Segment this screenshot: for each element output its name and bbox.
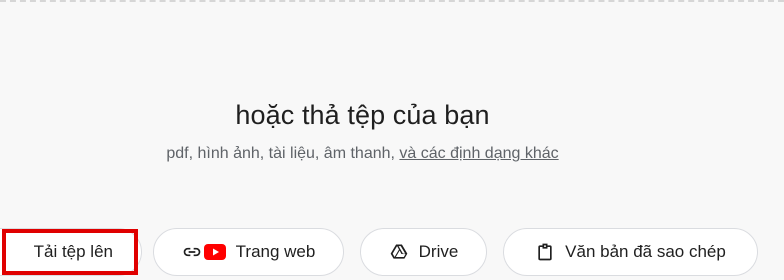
- website-button[interactable]: Trang web: [153, 228, 344, 276]
- upload-file-button[interactable]: Tải tệp lên: [0, 228, 142, 276]
- formats-list: pdf, hình ảnh, tài liệu, âm thanh,: [166, 145, 400, 162]
- youtube-icon: [203, 244, 226, 260]
- drive-label: Drive: [418, 242, 459, 261]
- drop-files-headline: hoặc thả tệp của bạn: [235, 100, 490, 130]
- drive-button[interactable]: Drive: [360, 228, 487, 276]
- more-formats-link[interactable]: và các định dạng khác: [399, 145, 558, 162]
- clipboard-icon: [535, 242, 555, 262]
- pasted-text-button[interactable]: Văn bản đã sao chép: [503, 228, 758, 276]
- upload-file-label: Tải tệp lên: [33, 242, 113, 261]
- supported-formats-text: pdf, hình ảnh, tài liệu, âm thanh, và cá…: [0, 145, 725, 163]
- pasted-text-label: Văn bản đã sao chép: [565, 242, 726, 261]
- link-icon: [182, 242, 202, 262]
- website-label: Trang web: [235, 242, 316, 261]
- drive-icon: [389, 242, 409, 262]
